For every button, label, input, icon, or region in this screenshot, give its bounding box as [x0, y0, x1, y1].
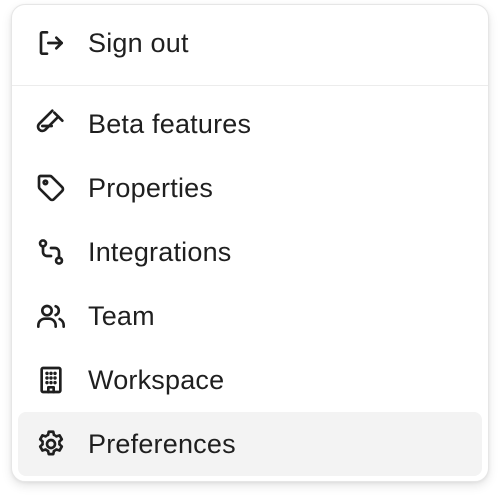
menu-item-preferences[interactable]: Preferences [18, 412, 482, 476]
tag-icon [34, 171, 68, 205]
menu-item-sign-out[interactable]: Sign out [18, 11, 482, 75]
menu-top-section: Sign out [12, 5, 488, 75]
gear-icon [34, 427, 68, 461]
menu-item-label: Beta features [88, 108, 252, 139]
menu-item-label: Team [88, 300, 155, 331]
menu-item-label: Sign out [88, 27, 189, 58]
menu-item-properties[interactable]: Properties [18, 156, 482, 220]
menu-item-beta-features[interactable]: Beta features [18, 92, 482, 156]
menu-item-team[interactable]: Team [18, 284, 482, 348]
menu-list-section: Beta features Properties Integrations Te… [12, 86, 488, 476]
building-icon [34, 363, 68, 397]
account-menu: Sign out Beta features Properties Integr… [11, 4, 489, 482]
log-out-icon [34, 26, 68, 60]
menu-item-label: Properties [88, 172, 214, 203]
menu-item-integrations[interactable]: Integrations [18, 220, 482, 284]
menu-item-workspace[interactable]: Workspace [18, 348, 482, 412]
integrations-icon [34, 235, 68, 269]
menu-item-label: Preferences [88, 428, 236, 459]
menu-item-label: Integrations [88, 236, 232, 267]
users-icon [34, 299, 68, 333]
menu-item-label: Workspace [88, 364, 225, 395]
flask-icon [34, 107, 68, 141]
